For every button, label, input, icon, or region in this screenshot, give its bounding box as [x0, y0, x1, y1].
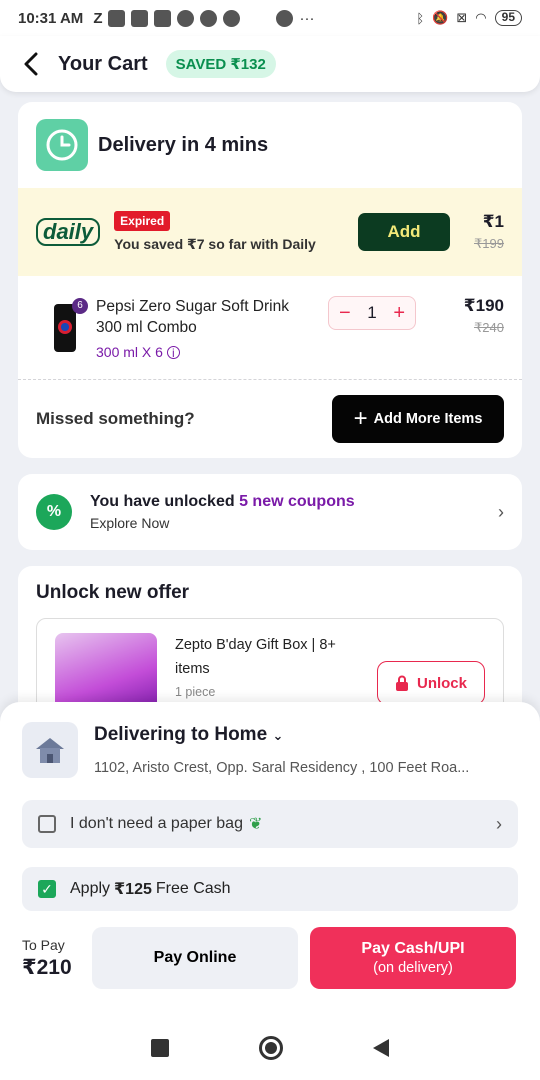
wifi-icon: ◠ [475, 10, 487, 25]
free-cash-checkbox[interactable]: ✓ [38, 880, 56, 898]
pay-cash-button[interactable]: Pay Cash/UPI (on delivery) [310, 927, 516, 989]
item-price-old: ₹240 [474, 320, 504, 335]
more-dots-icon: ··· [299, 9, 315, 27]
recents-button[interactable] [151, 1039, 169, 1057]
battery-icon: 95 [494, 10, 522, 26]
clock-icon [36, 119, 88, 171]
saved-badge: SAVED ₹132 [165, 50, 276, 78]
item-variant: 300 ml X 6 i [96, 344, 504, 360]
info-icon[interactable]: i [166, 345, 180, 359]
cart-header: Your Cart SAVED ₹132 [0, 36, 540, 92]
add-more-items-label: Add More Items [373, 411, 483, 427]
product-image[interactable]: 6 [54, 297, 88, 352]
missed-something-row: Missed something? + Add More Items [18, 380, 522, 458]
quantity-stepper: − 1 + [328, 296, 416, 330]
quantity-value: 1 [367, 303, 377, 322]
bluetooth-icon: ᛒ [416, 10, 425, 26]
pay-cash-label: Pay Cash/UPI [361, 940, 465, 957]
to-pay-label: To Pay [22, 936, 65, 953]
coupons-card[interactable]: % You have unlocked 5 new coupons Explor… [18, 474, 522, 550]
daily-price-old: ₹199 [474, 236, 504, 251]
coupons-title-prefix: You have unlocked [90, 493, 240, 510]
notification-icons: Z ··· [93, 9, 315, 27]
to-pay-summary: To Pay ₹210 [22, 937, 92, 980]
address-title: Delivering to Home ⌄ [94, 724, 514, 746]
expired-badge: Expired [114, 211, 171, 231]
app-notification-icon [177, 9, 195, 27]
status-bar: 10:31 AM Z ··· ᛒ 🔕 ⊠ ◠ 95 [0, 0, 540, 36]
missed-something-text: Missed something? [36, 409, 195, 428]
payment-row: To Pay ₹210 Pay Online Pay Cash/UPI (on … [22, 926, 518, 990]
app-notification-icon [200, 9, 218, 27]
nav-back-button[interactable] [373, 1039, 389, 1057]
coupons-title: You have unlocked 5 new coupons [90, 493, 355, 511]
daily-saved-text: You saved ₹7 so far with Daily [114, 236, 316, 252]
mute-icon: 🔕 [432, 10, 449, 25]
delivery-time-title: Delivery in 4 mins [98, 133, 269, 156]
free-cash-amount: ₹125 [114, 881, 152, 898]
daily-price-current: ₹1 [482, 212, 504, 231]
sim-icon: ⊠ [456, 10, 468, 25]
address-text: 1102, Aristo Crest, Opp. Saral Residency… [94, 760, 470, 776]
pay-cash-sublabel: (on delivery) [373, 960, 453, 976]
item-variant-label: 300 ml X 6 [96, 343, 163, 360]
paper-bag-label: I don't need a paper bag [70, 815, 243, 832]
pack-count-badge: 6 [72, 297, 88, 314]
delivery-address[interactable]: Delivering to Home ⌄ 1102, Aristo Crest,… [22, 722, 518, 778]
back-button[interactable] [18, 51, 44, 77]
chevron-right-icon: › [498, 501, 504, 522]
item-price-current: ₹190 [463, 296, 504, 315]
address-title-label: Delivering to Home [94, 724, 268, 745]
coupon-percent-icon: % [36, 494, 72, 530]
page-title: Your Cart [58, 52, 148, 75]
to-pay-amount: ₹210 [22, 955, 72, 979]
paper-bag-option[interactable]: I don't need a paper bag ❦ › [22, 800, 518, 848]
unlock-button[interactable]: Unlock [377, 661, 485, 705]
check-icon [276, 9, 294, 27]
daily-logo: daily [36, 218, 101, 246]
plus-icon: + [353, 405, 368, 432]
item-price: ₹190 ₹240 [464, 296, 504, 336]
status-time: 10:31 AM [18, 9, 84, 27]
offer-product-qty: 1 piece [175, 685, 216, 699]
chevron-down-icon: ⌄ [272, 728, 284, 743]
daily-membership-row: daily Expired You saved ₹7 so far with D… [18, 188, 522, 276]
checkout-sheet: Delivering to Home ⌄ 1102, Aristo Crest,… [0, 702, 540, 1080]
leaf-icon: ❦ [248, 816, 263, 833]
decrement-button[interactable]: − [339, 302, 351, 325]
increment-button[interactable]: + [393, 302, 405, 325]
free-cash-prefix: Apply [70, 880, 111, 897]
app-notification-icon [131, 9, 149, 27]
chevron-right-icon: › [496, 813, 502, 834]
offer-title: Unlock new offer [36, 582, 190, 603]
system-icons: ᛒ 🔕 ⊠ ◠ 95 [416, 10, 522, 26]
cart-item: 6 Pepsi Zero Sugar Soft Drink 300 ml Com… [18, 276, 522, 380]
cart-card: Delivery in 4 mins daily Expired You sav… [18, 102, 522, 458]
gift-box-image [55, 633, 157, 713]
app-notification-icon [223, 9, 241, 27]
app-notification-icon [154, 9, 172, 27]
home-button[interactable] [259, 1036, 283, 1060]
coupons-subtitle: Explore Now [90, 515, 170, 531]
home-icon [22, 722, 78, 778]
pay-online-button[interactable]: Pay Online [92, 927, 298, 989]
delivery-row: Delivery in 4 mins [18, 102, 522, 188]
unlock-label: Unlock [416, 674, 467, 692]
offer-product-name: Zepto B'day Gift Box | 8+ items [175, 637, 336, 677]
add-more-items-button[interactable]: + Add More Items [332, 395, 504, 443]
system-nav-bar [0, 1016, 540, 1080]
chevron-left-icon [24, 52, 38, 76]
paper-bag-checkbox[interactable] [38, 815, 56, 833]
free-cash-suffix: Free Cash [155, 880, 231, 897]
app-notification-icon [108, 9, 126, 27]
carrier-glyph: Z [93, 9, 103, 27]
coupons-count: 5 new coupons [239, 493, 355, 510]
lock-icon [395, 675, 408, 691]
free-cash-option[interactable]: ✓ Apply ₹125 Free Cash [22, 867, 518, 911]
item-name[interactable]: Pepsi Zero Sugar Soft Drink 300 ml Combo [96, 296, 316, 338]
daily-price: ₹1 ₹199 [474, 212, 504, 252]
daily-add-button[interactable]: Add [358, 213, 450, 251]
